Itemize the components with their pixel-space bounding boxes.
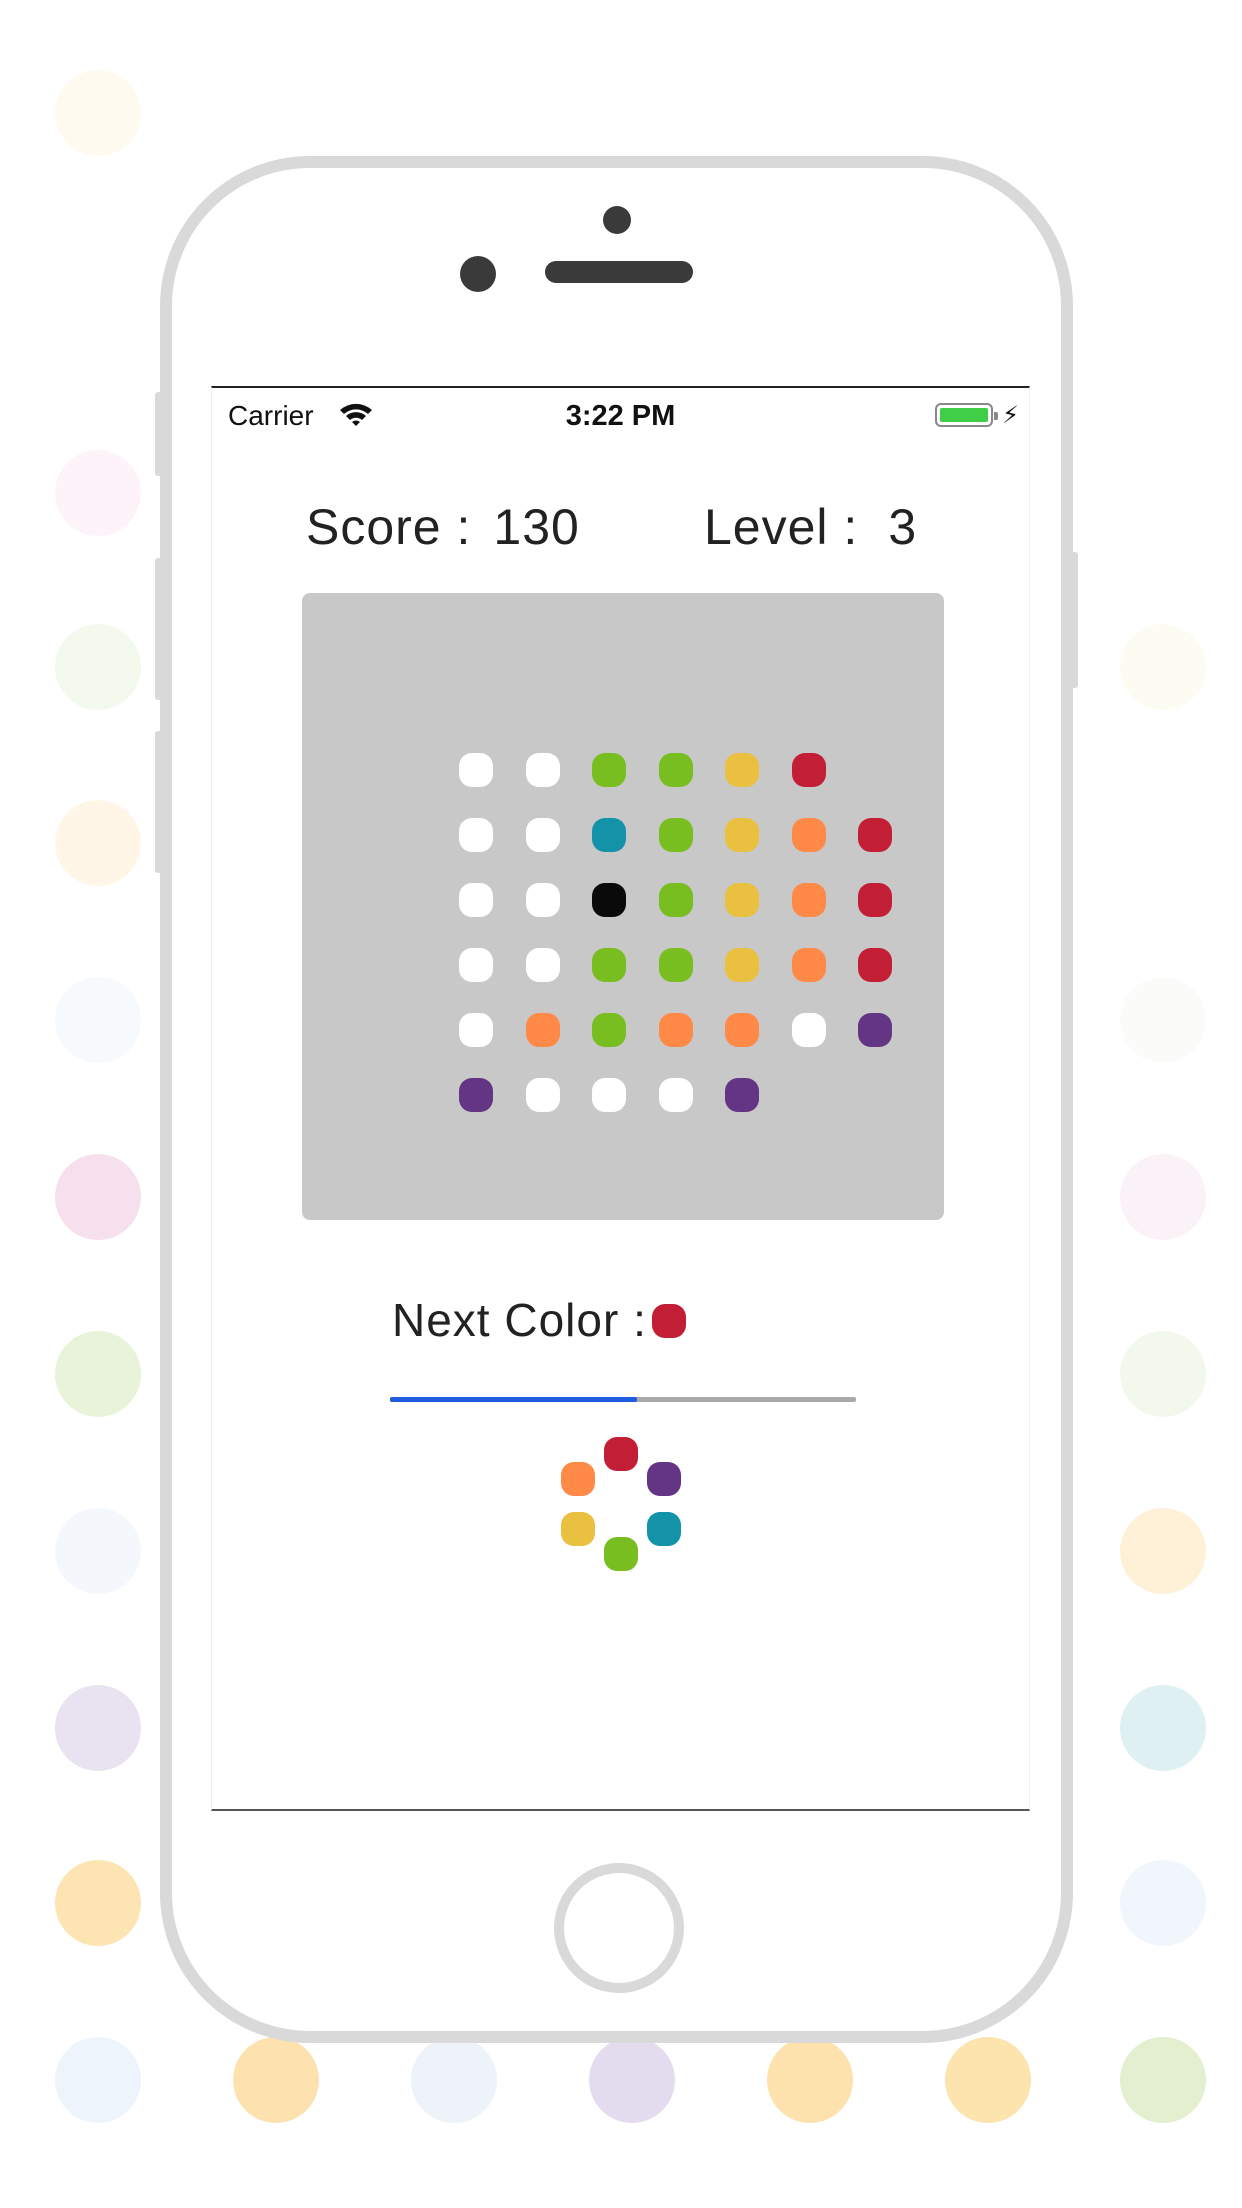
board-cell[interactable] [725,818,759,852]
clock: 3:22 PM [565,400,676,432]
board-cell[interactable] [525,948,560,982]
board-cell[interactable] [459,753,493,787]
next-color-dot [652,1304,686,1338]
board-cell[interactable] [592,948,626,982]
board-cell[interactable] [725,948,759,982]
background-dot [55,624,141,710]
charging-bolt-icon: ⚡︎ [1002,402,1019,429]
board-cell[interactable] [592,1078,626,1112]
board-cell[interactable] [658,883,693,917]
background-dot [411,2037,497,2123]
background-dot [233,2037,319,2123]
earpiece-speaker [545,261,693,283]
board-cell[interactable] [592,818,626,852]
game-board [302,593,944,1220]
board-cell[interactable] [525,1013,560,1047]
board-cell[interactable] [791,753,826,787]
board-cell[interactable] [658,1078,693,1112]
board-cell[interactable] [525,818,560,852]
board-cell[interactable] [725,753,759,787]
board-cell[interactable] [858,1013,892,1047]
board-cell[interactable] [791,948,826,982]
progress-bar [390,1397,856,1402]
board-cell[interactable] [592,1013,626,1047]
board-cell[interactable] [791,883,826,917]
board-cell[interactable] [459,883,493,917]
board-cell[interactable] [592,753,626,787]
background-dot [1120,1154,1206,1240]
board-cell[interactable] [725,1013,759,1047]
progress-bar-fill [390,1397,637,1402]
board-cell[interactable] [525,1078,560,1112]
color-wheel-dot [647,1512,682,1546]
board-cell[interactable] [658,753,693,787]
background-dot [945,2037,1031,2123]
score-label: Score : [306,499,472,555]
color-wheel-dot [560,1462,595,1496]
background-dot [55,800,141,886]
board-cell[interactable] [592,883,626,917]
app-screen: Carrier 3:22 PM ⚡︎ Score : 130 Level : 3 N… [211,386,1030,1811]
color-wheel-dot [560,1512,595,1546]
board-cell[interactable] [525,883,560,917]
background-dot [55,1685,141,1771]
background-dot [55,1154,141,1240]
board-cell[interactable] [525,753,560,787]
score-value: 130 [493,499,580,555]
score-display: Score : 130 [306,498,580,556]
level-display: Level : 3 [704,498,917,556]
board-cell[interactable] [658,818,693,852]
board-cell[interactable] [791,1013,826,1047]
background-dot [55,1331,141,1417]
board-cell[interactable] [725,1078,759,1112]
background-dot [1120,1860,1206,1946]
background-dot [1120,977,1206,1063]
home-button[interactable] [554,1863,684,1993]
background-dot [767,2037,853,2123]
board-cell[interactable] [459,818,493,852]
background-dot [1120,1685,1206,1771]
background-dot [55,977,141,1063]
background-dot [1120,1508,1206,1594]
background-dot [1120,2037,1206,2123]
board-cell[interactable] [658,1013,693,1047]
front-sensor [603,206,631,234]
background-dot [55,1508,141,1594]
background-dot [1120,624,1206,710]
board-cell[interactable] [858,818,892,852]
background-dot [55,70,141,156]
next-color-label: Next Color : [392,1294,647,1346]
board-cell[interactable] [459,1013,493,1047]
battery-icon [935,403,998,427]
board-cell[interactable] [725,883,759,917]
level-value: 3 [888,499,918,555]
board-cell[interactable] [791,818,826,852]
level-label: Level : [704,499,859,555]
color-wheel-dot [604,1437,638,1471]
color-wheel-dot [604,1537,638,1571]
color-wheel-dot [647,1462,682,1496]
board-cell[interactable] [858,948,892,982]
board-cell[interactable] [658,948,693,982]
background-dot [589,2037,675,2123]
board-cell[interactable] [459,1078,493,1112]
front-camera [460,256,496,292]
board-cell[interactable] [459,948,493,982]
board-cell[interactable] [858,883,892,917]
status-bar: Carrier 3:22 PM ⚡︎ [212,388,1029,444]
background-dot [55,450,141,536]
background-dot [55,1860,141,1946]
background-dot [55,2037,141,2123]
background-dot [1120,1331,1206,1417]
